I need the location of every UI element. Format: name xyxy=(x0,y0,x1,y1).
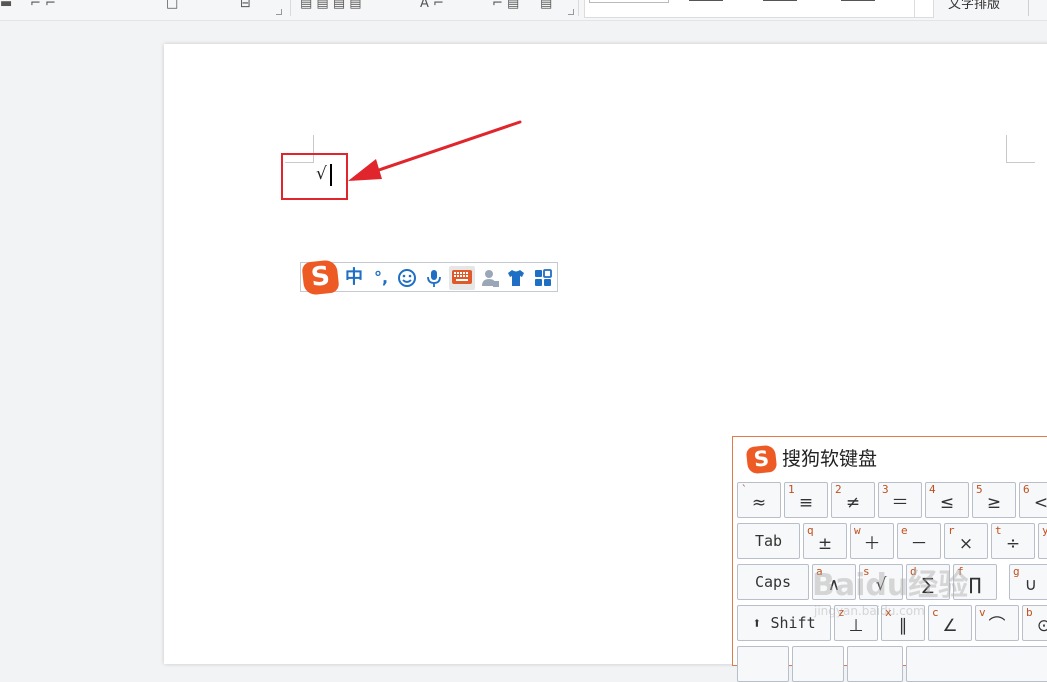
microphone-icon[interactable] xyxy=(422,266,446,290)
ribbon-tool-1[interactable]: ▬ xyxy=(0,0,12,11)
key-y[interactable]: y xyxy=(1038,523,1047,559)
key-backtick[interactable]: ` ≈ xyxy=(737,482,781,518)
ime-status-bar[interactable]: S 中 °, xyxy=(300,259,558,296)
soft-keyboard-icon[interactable] xyxy=(449,266,475,290)
key-s[interactable]: s √ xyxy=(859,564,903,600)
key-z[interactable]: z ⊥ xyxy=(834,605,878,641)
key-e[interactable]: e － xyxy=(897,523,941,559)
key-c[interactable]: c ∠ xyxy=(928,605,972,641)
key-d[interactable]: d ∑ xyxy=(906,564,950,600)
style-gallery[interactable] xyxy=(584,0,916,18)
style-swatch[interactable] xyxy=(841,0,875,1)
punctuation-toggle[interactable]: °, xyxy=(369,266,393,290)
bottom-row-key[interactable] xyxy=(792,646,844,682)
ribbon-separator xyxy=(1028,0,1029,16)
ribbon-tool-7[interactable]: ▤ xyxy=(540,0,552,11)
key-a[interactable]: a ∧ xyxy=(812,564,856,600)
group-launcher-icon[interactable] xyxy=(276,9,282,15)
caps-lock-key[interactable]: Caps xyxy=(737,564,809,600)
ribbon-separator xyxy=(290,0,291,16)
style-swatch[interactable] xyxy=(763,0,797,1)
user-icon[interactable] xyxy=(478,266,502,290)
shift-key[interactable]: ⬆ Shift xyxy=(737,605,831,641)
key-6[interactable]: 6 < xyxy=(1019,482,1047,518)
key-t[interactable]: t ÷ xyxy=(991,523,1035,559)
annotation-highlight-box xyxy=(281,153,348,200)
key-r[interactable]: r × xyxy=(944,523,988,559)
margin-corner-mark xyxy=(1006,162,1035,163)
key-3[interactable]: 3 ＝ xyxy=(878,482,922,518)
bottom-row-key[interactable] xyxy=(847,646,903,682)
space-key[interactable] xyxy=(906,646,1047,682)
emoji-icon[interactable] xyxy=(395,266,419,290)
key-2[interactable]: 2 ≠ xyxy=(831,482,875,518)
paragraph-align-tools[interactable]: ▤ ▤ ▤ ▤ xyxy=(300,0,362,11)
margin-corner-mark xyxy=(1006,135,1007,163)
group-launcher-icon[interactable] xyxy=(568,9,574,15)
key-g[interactable]: g ∪ xyxy=(1009,564,1047,600)
bottom-row-key[interactable] xyxy=(737,646,789,682)
ribbon-tool-2[interactable]: ⌐ ⌐ xyxy=(30,0,56,11)
ribbon-tool-4[interactable]: ⊟ xyxy=(240,0,251,11)
ribbon-tool-6[interactable]: ⌐ ▤ xyxy=(492,0,519,11)
key-5[interactable]: 5 ≥ xyxy=(972,482,1016,518)
ribbon-separator xyxy=(578,0,579,16)
key-b[interactable]: b ⊙ xyxy=(1022,605,1047,641)
ribbon-tool-5[interactable]: A ⌐ xyxy=(420,0,444,11)
key-x[interactable]: x ∥ xyxy=(881,605,925,641)
toolbox-grid-icon[interactable] xyxy=(531,266,555,290)
sogou-logo-icon[interactable]: S xyxy=(301,259,340,296)
annotation-arrow-icon xyxy=(348,120,522,181)
ribbon-tool-3[interactable]: □ xyxy=(166,0,178,11)
key-w[interactable]: w ＋ xyxy=(850,523,894,559)
gallery-more-button[interactable] xyxy=(914,0,934,18)
sogou-soft-keyboard[interactable]: S 搜狗软键盘 ` ≈ 1 ≡ 2 ≠ 3 ＝ 4 ≤ 5 ≥ 6 < Tab q ± w ＋ e… xyxy=(732,436,1047,682)
skin-shirt-icon[interactable] xyxy=(504,266,528,290)
style-swatch[interactable] xyxy=(589,0,669,3)
key-q[interactable]: q ± xyxy=(803,523,847,559)
soft-keyboard-title: 搜狗软键盘 xyxy=(782,448,878,470)
key-v[interactable]: v ⌒ xyxy=(975,605,1019,641)
text-layout-button[interactable]: 文字排版 xyxy=(948,0,1000,12)
key-4[interactable]: 4 ≤ xyxy=(925,482,969,518)
key-f[interactable]: f ∏ xyxy=(953,564,997,600)
tab-key[interactable]: Tab xyxy=(737,523,800,559)
key-1[interactable]: 1 ≡ xyxy=(784,482,828,518)
sogou-logo-icon: S xyxy=(745,444,778,475)
chinese-mode-toggle[interactable]: 中 xyxy=(342,266,366,290)
ribbon-toolbar: ▬ ⌐ ⌐ □ ⊟ ▤ ▤ ▤ ▤ A ⌐ ⌐ ▤ ▤ 文字排版 xyxy=(0,0,1047,21)
style-swatch[interactable] xyxy=(689,0,723,1)
